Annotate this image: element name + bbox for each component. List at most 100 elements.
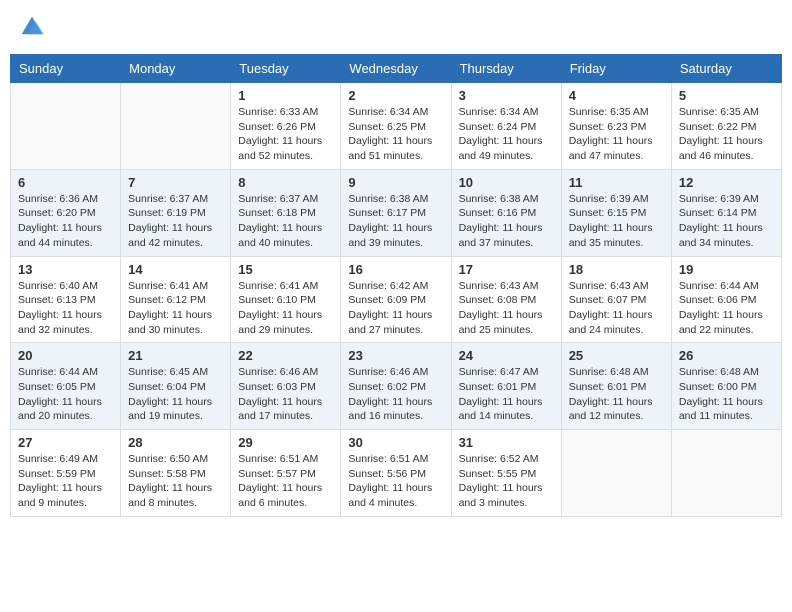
day-number: 2 <box>348 88 443 103</box>
calendar-day-cell: 1 Sunrise: 6:33 AM Sunset: 6:26 PM Daylig… <box>231 83 341 170</box>
calendar-day-cell: 7 Sunrise: 6:37 AM Sunset: 6:19 PM Daylig… <box>121 169 231 256</box>
day-number: 27 <box>18 435 113 450</box>
calendar-day-cell: 18 Sunrise: 6:43 AM Sunset: 6:07 PM Dayli… <box>561 256 671 343</box>
calendar-table: SundayMondayTuesdayWednesdayThursdayFrid… <box>10 54 782 517</box>
calendar-week-row: 1 Sunrise: 6:33 AM Sunset: 6:26 PM Daylig… <box>11 83 782 170</box>
day-number: 6 <box>18 175 113 190</box>
calendar-day-cell: 15 Sunrise: 6:41 AM Sunset: 6:10 PM Dayli… <box>231 256 341 343</box>
day-info: Sunrise: 6:50 AM Sunset: 5:58 PM Dayligh… <box>128 452 223 511</box>
day-number: 10 <box>459 175 554 190</box>
day-of-week-header: Tuesday <box>231 55 341 83</box>
calendar-day-cell: 23 Sunrise: 6:46 AM Sunset: 6:02 PM Dayli… <box>341 343 451 430</box>
calendar-day-cell: 16 Sunrise: 6:42 AM Sunset: 6:09 PM Dayli… <box>341 256 451 343</box>
day-info: Sunrise: 6:46 AM Sunset: 6:02 PM Dayligh… <box>348 365 443 424</box>
calendar-header-row: SundayMondayTuesdayWednesdayThursdayFrid… <box>11 55 782 83</box>
day-number: 24 <box>459 348 554 363</box>
day-info: Sunrise: 6:44 AM Sunset: 6:05 PM Dayligh… <box>18 365 113 424</box>
day-info: Sunrise: 6:36 AM Sunset: 6:20 PM Dayligh… <box>18 192 113 251</box>
day-info: Sunrise: 6:46 AM Sunset: 6:03 PM Dayligh… <box>238 365 333 424</box>
day-number: 9 <box>348 175 443 190</box>
day-of-week-header: Thursday <box>451 55 561 83</box>
day-info: Sunrise: 6:35 AM Sunset: 6:22 PM Dayligh… <box>679 105 774 164</box>
calendar-day-cell: 21 Sunrise: 6:45 AM Sunset: 6:04 PM Dayli… <box>121 343 231 430</box>
calendar-day-cell: 17 Sunrise: 6:43 AM Sunset: 6:08 PM Dayli… <box>451 256 561 343</box>
day-of-week-header: Sunday <box>11 55 121 83</box>
calendar-day-cell: 25 Sunrise: 6:48 AM Sunset: 6:01 PM Dayli… <box>561 343 671 430</box>
calendar-week-row: 20 Sunrise: 6:44 AM Sunset: 6:05 PM Dayli… <box>11 343 782 430</box>
calendar-day-cell <box>671 430 781 517</box>
day-of-week-header: Friday <box>561 55 671 83</box>
day-info: Sunrise: 6:34 AM Sunset: 6:24 PM Dayligh… <box>459 105 554 164</box>
calendar-day-cell: 5 Sunrise: 6:35 AM Sunset: 6:22 PM Daylig… <box>671 83 781 170</box>
day-number: 19 <box>679 262 774 277</box>
day-number: 16 <box>348 262 443 277</box>
day-info: Sunrise: 6:41 AM Sunset: 6:10 PM Dayligh… <box>238 279 333 338</box>
calendar-day-cell: 19 Sunrise: 6:44 AM Sunset: 6:06 PM Dayli… <box>671 256 781 343</box>
day-number: 7 <box>128 175 223 190</box>
day-number: 25 <box>569 348 664 363</box>
day-info: Sunrise: 6:38 AM Sunset: 6:17 PM Dayligh… <box>348 192 443 251</box>
day-info: Sunrise: 6:41 AM Sunset: 6:12 PM Dayligh… <box>128 279 223 338</box>
day-number: 4 <box>569 88 664 103</box>
day-info: Sunrise: 6:47 AM Sunset: 6:01 PM Dayligh… <box>459 365 554 424</box>
day-number: 21 <box>128 348 223 363</box>
day-info: Sunrise: 6:48 AM Sunset: 6:00 PM Dayligh… <box>679 365 774 424</box>
day-info: Sunrise: 6:39 AM Sunset: 6:15 PM Dayligh… <box>569 192 664 251</box>
day-info: Sunrise: 6:48 AM Sunset: 6:01 PM Dayligh… <box>569 365 664 424</box>
calendar-day-cell: 6 Sunrise: 6:36 AM Sunset: 6:20 PM Daylig… <box>11 169 121 256</box>
calendar-day-cell: 22 Sunrise: 6:46 AM Sunset: 6:03 PM Dayli… <box>231 343 341 430</box>
day-info: Sunrise: 6:39 AM Sunset: 6:14 PM Dayligh… <box>679 192 774 251</box>
day-number: 28 <box>128 435 223 450</box>
day-info: Sunrise: 6:43 AM Sunset: 6:07 PM Dayligh… <box>569 279 664 338</box>
day-number: 14 <box>128 262 223 277</box>
day-number: 17 <box>459 262 554 277</box>
day-number: 15 <box>238 262 333 277</box>
day-info: Sunrise: 6:45 AM Sunset: 6:04 PM Dayligh… <box>128 365 223 424</box>
calendar-day-cell: 2 Sunrise: 6:34 AM Sunset: 6:25 PM Daylig… <box>341 83 451 170</box>
day-number: 20 <box>18 348 113 363</box>
calendar-week-row: 6 Sunrise: 6:36 AM Sunset: 6:20 PM Daylig… <box>11 169 782 256</box>
calendar-week-row: 13 Sunrise: 6:40 AM Sunset: 6:13 PM Dayli… <box>11 256 782 343</box>
calendar-day-cell: 3 Sunrise: 6:34 AM Sunset: 6:24 PM Daylig… <box>451 83 561 170</box>
day-info: Sunrise: 6:35 AM Sunset: 6:23 PM Dayligh… <box>569 105 664 164</box>
calendar-day-cell <box>11 83 121 170</box>
day-number: 23 <box>348 348 443 363</box>
calendar-day-cell: 28 Sunrise: 6:50 AM Sunset: 5:58 PM Dayli… <box>121 430 231 517</box>
day-number: 8 <box>238 175 333 190</box>
calendar-day-cell: 27Sunrise: 6:49 AM Sunset: 5:59 PM Dayli… <box>11 430 121 517</box>
day-info: Sunrise: 6:37 AM Sunset: 6:18 PM Dayligh… <box>238 192 333 251</box>
calendar-day-cell: 4 Sunrise: 6:35 AM Sunset: 6:23 PM Daylig… <box>561 83 671 170</box>
day-info: Sunrise: 6:42 AM Sunset: 6:09 PM Dayligh… <box>348 279 443 338</box>
day-info: Sunrise: 6:43 AM Sunset: 6:08 PM Dayligh… <box>459 279 554 338</box>
day-number: 30 <box>348 435 443 450</box>
calendar-day-cell <box>561 430 671 517</box>
day-number: 11 <box>569 175 664 190</box>
calendar-day-cell: 13 Sunrise: 6:40 AM Sunset: 6:13 PM Dayli… <box>11 256 121 343</box>
logo-icon <box>20 15 44 39</box>
day-number: 13 <box>18 262 113 277</box>
calendar-week-row: 27Sunrise: 6:49 AM Sunset: 5:59 PM Dayli… <box>11 430 782 517</box>
day-number: 26 <box>679 348 774 363</box>
day-of-week-header: Saturday <box>671 55 781 83</box>
day-number: 29 <box>238 435 333 450</box>
day-number: 18 <box>569 262 664 277</box>
calendar-day-cell: 31Sunrise: 6:52 AM Sunset: 5:55 PM Dayli… <box>451 430 561 517</box>
day-number: 1 <box>238 88 333 103</box>
calendar-day-cell: 11 Sunrise: 6:39 AM Sunset: 6:15 PM Dayli… <box>561 169 671 256</box>
calendar-day-cell <box>121 83 231 170</box>
day-info: Sunrise: 6:38 AM Sunset: 6:16 PM Dayligh… <box>459 192 554 251</box>
day-of-week-header: Wednesday <box>341 55 451 83</box>
calendar-day-cell: 30 Sunrise: 6:51 AM Sunset: 5:56 PM Dayli… <box>341 430 451 517</box>
day-info: Sunrise: 6:44 AM Sunset: 6:06 PM Dayligh… <box>679 279 774 338</box>
day-info: Sunrise: 6:51 AM Sunset: 5:56 PM Dayligh… <box>348 452 443 511</box>
day-info: Sunrise: 6:34 AM Sunset: 6:25 PM Dayligh… <box>348 105 443 164</box>
day-number: 3 <box>459 88 554 103</box>
day-info: Sunrise: 6:33 AM Sunset: 6:26 PM Dayligh… <box>238 105 333 164</box>
day-info: Sunrise: 6:37 AM Sunset: 6:19 PM Dayligh… <box>128 192 223 251</box>
calendar-day-cell: 26 Sunrise: 6:48 AM Sunset: 6:00 PM Dayli… <box>671 343 781 430</box>
day-info: Sunrise: 6:40 AM Sunset: 6:13 PM Dayligh… <box>18 279 113 338</box>
day-number: 5 <box>679 88 774 103</box>
day-number: 22 <box>238 348 333 363</box>
page-header <box>10 10 782 44</box>
logo <box>20 15 48 39</box>
